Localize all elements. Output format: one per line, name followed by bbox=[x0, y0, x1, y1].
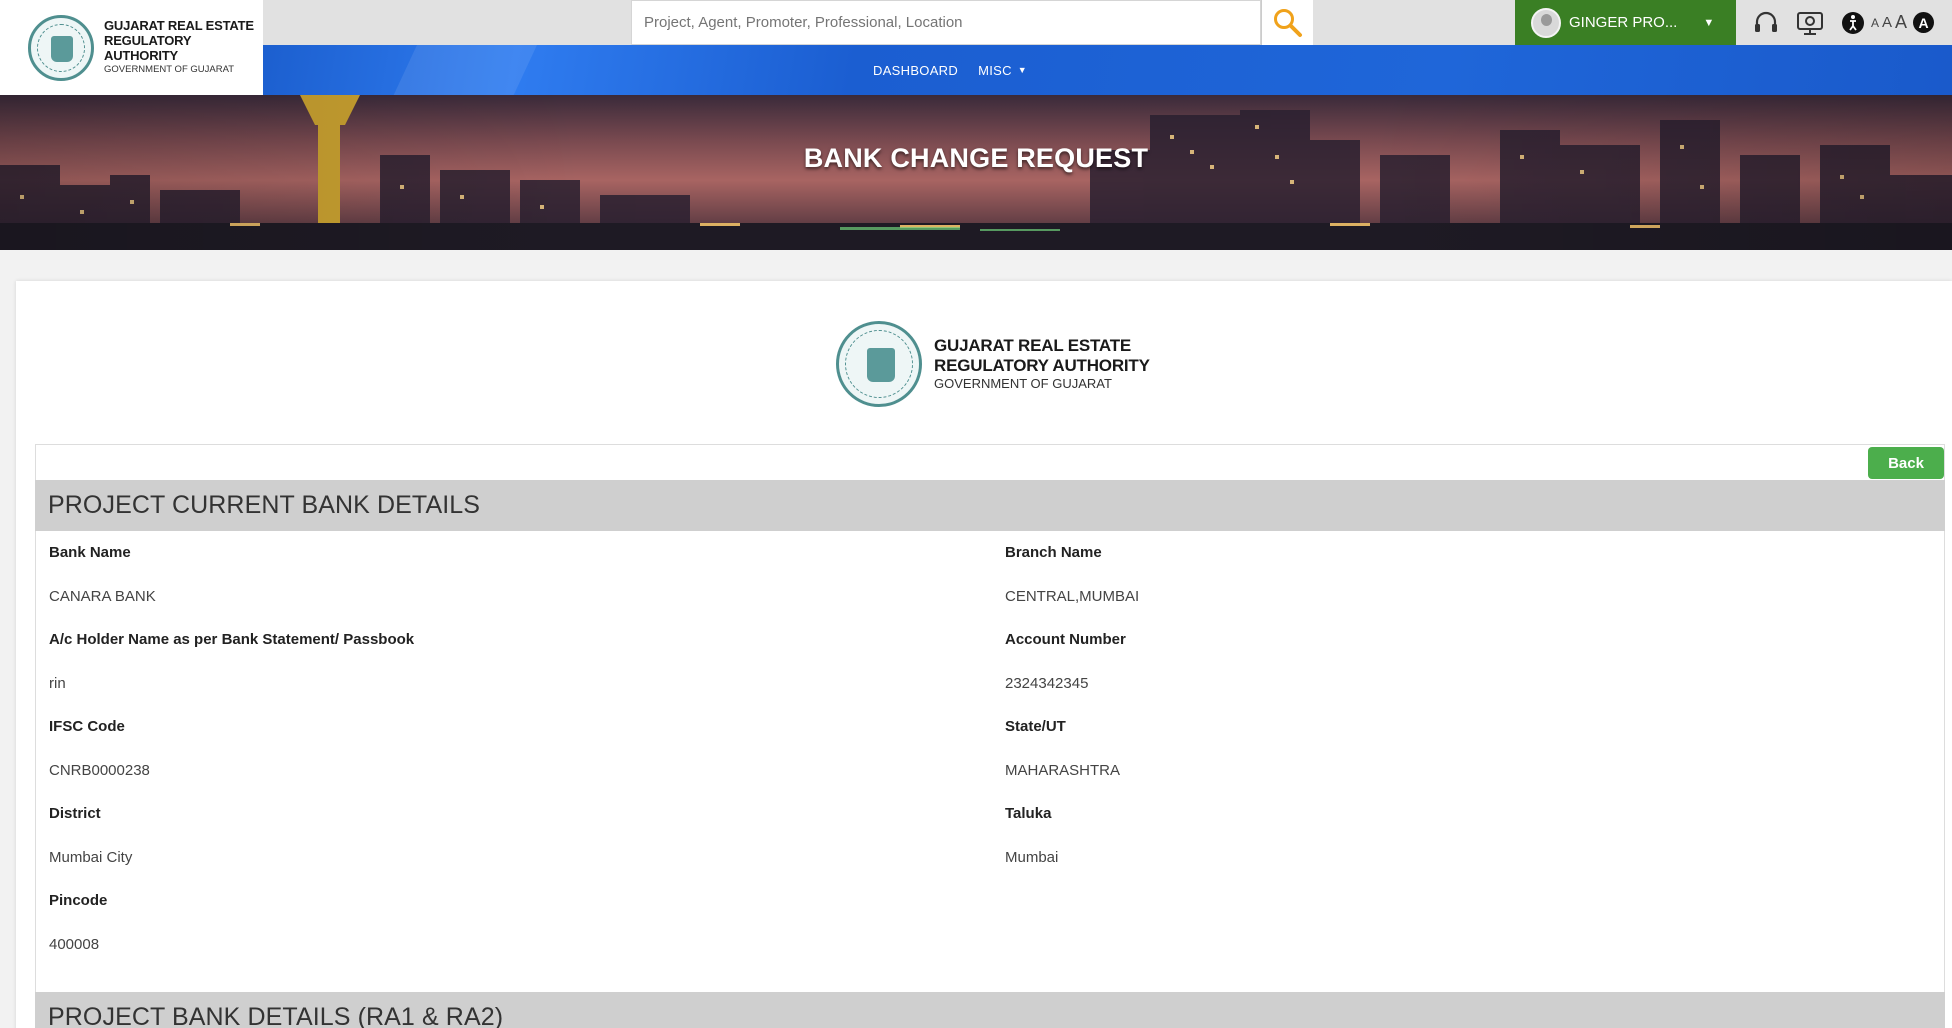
accessibility-icon[interactable] bbox=[1841, 11, 1865, 35]
caret-down-icon: ▼ bbox=[1017, 65, 1027, 75]
field-state: State/UT MAHARASHTRA bbox=[1005, 718, 1705, 779]
gujrera-logo[interactable]: GUJARAT REAL ESTATE REGULATORY AUTHORITY… bbox=[0, 0, 263, 95]
action-bar: Back bbox=[35, 444, 1945, 480]
field-district: District Mumbai City bbox=[49, 805, 749, 866]
field-value: Mumbai City bbox=[49, 849, 133, 866]
search-input[interactable] bbox=[631, 0, 1261, 45]
current-bank-details: Bank Name CANARA BANK Branch Name CENTRA… bbox=[35, 531, 1945, 992]
field-label: Bank Name bbox=[49, 544, 131, 561]
field-branch-name: Branch Name CENTRAL,MUMBAI bbox=[1005, 544, 1705, 605]
gujrera-seal-icon bbox=[836, 321, 922, 407]
caret-down-icon: ▼ bbox=[1703, 16, 1715, 29]
field-label: Account Number bbox=[1005, 631, 1126, 648]
field-value: rin bbox=[49, 675, 66, 692]
field-ifsc-code: IFSC Code CNRB0000238 bbox=[49, 718, 749, 779]
field-label: Pincode bbox=[49, 892, 108, 909]
field-account-holder: A/c Holder Name as per Bank Statement/ P… bbox=[49, 631, 749, 692]
logo-line-2: REGULATORY AUTHORITY bbox=[104, 32, 192, 63]
font-size-controls: A A A A bbox=[1871, 0, 1935, 45]
logo-text: GUJARAT REAL ESTATE REGULATORY AUTHORITY… bbox=[104, 17, 263, 77]
accessibility-tools bbox=[1743, 0, 1865, 45]
avatar bbox=[1531, 7, 1561, 38]
page-title: BANK CHANGE REQUEST bbox=[803, 143, 1149, 173]
logo-line-3: GOVERNMENT OF GUJARAT bbox=[104, 64, 235, 76]
search-button[interactable] bbox=[1261, 0, 1313, 45]
field-taluka: Taluka Mumbai bbox=[1005, 805, 1705, 866]
font-size-normal-button[interactable]: A bbox=[1882, 14, 1892, 31]
field-value: CENTRAL,MUMBAI bbox=[1005, 588, 1140, 605]
field-label: Branch Name bbox=[1005, 544, 1102, 561]
user-name: GINGER PRO... bbox=[1569, 14, 1678, 31]
gujrera-seal-icon bbox=[28, 14, 94, 81]
site-header: GUJARAT REAL ESTATE REGULATORY AUTHORITY… bbox=[0, 0, 1952, 95]
nav-misc-label: MISC bbox=[978, 62, 1012, 78]
headset-icon[interactable] bbox=[1753, 11, 1779, 35]
field-bank-name: Bank Name CANARA BANK bbox=[49, 544, 749, 605]
screen-reader-icon[interactable] bbox=[1796, 10, 1824, 36]
user-menu-button[interactable]: GINGER PRO... ▼ bbox=[1515, 0, 1736, 45]
font-size-small-button[interactable]: A bbox=[1871, 16, 1879, 30]
field-label: A/c Holder Name as per Bank Statement/ P… bbox=[49, 631, 415, 648]
field-label: IFSC Code bbox=[49, 718, 125, 735]
field-pincode: Pincode 400008 bbox=[49, 892, 749, 953]
bank-change-card: GUJARAT REAL ESTATE REGULATORY AUTHORITY… bbox=[16, 281, 1952, 1028]
card-logo-text: GUJARAT REAL ESTATE REGULATORY AUTHORITY… bbox=[934, 336, 1150, 392]
logo-line-1: GUJARAT REAL ESTATE bbox=[104, 17, 254, 33]
section-heading-current-bank: PROJECT CURRENT BANK DETAILS bbox=[35, 480, 1945, 531]
nav-dashboard-link[interactable]: DASHBOARD bbox=[873, 63, 958, 78]
field-value: 2324342345 bbox=[1005, 675, 1089, 692]
search-icon bbox=[1273, 8, 1302, 37]
field-value: CANARA BANK bbox=[49, 588, 156, 605]
field-account-number: Account Number 2324342345 bbox=[1005, 631, 1705, 692]
high-contrast-button[interactable]: A bbox=[1913, 12, 1935, 33]
card-logo: GUJARAT REAL ESTATE REGULATORY AUTHORITY… bbox=[836, 321, 1150, 407]
field-label: Taluka bbox=[1005, 805, 1052, 822]
field-label: District bbox=[49, 805, 101, 822]
top-bar: GINGER PRO... ▼ A A A bbox=[263, 0, 1952, 45]
nav-misc-dropdown[interactable]: MISC ▼ bbox=[978, 63, 1027, 78]
font-size-large-button[interactable]: A bbox=[1895, 12, 1907, 33]
section-heading-ra-bank: PROJECT BANK DETAILS (RA1 & RA2) bbox=[35, 992, 1945, 1028]
main-nav: DASHBOARD MISC ▼ bbox=[263, 45, 1952, 95]
card-logo-line-2: REGULATORY AUTHORITY bbox=[934, 355, 1150, 375]
field-label: State/UT bbox=[1005, 718, 1066, 735]
field-value: 400008 bbox=[49, 936, 100, 953]
field-value: MAHARASHTRA bbox=[1005, 762, 1121, 779]
field-value: CNRB0000238 bbox=[49, 762, 150, 779]
field-value: Mumbai bbox=[1005, 849, 1059, 866]
back-button[interactable]: Back bbox=[1868, 447, 1944, 479]
card-logo-line-1: GUJARAT REAL ESTATE bbox=[934, 335, 1132, 355]
card-logo-line-3: GOVERNMENT OF GUJARAT bbox=[934, 376, 1112, 392]
page-banner: BANK CHANGE REQUEST bbox=[0, 95, 1952, 250]
